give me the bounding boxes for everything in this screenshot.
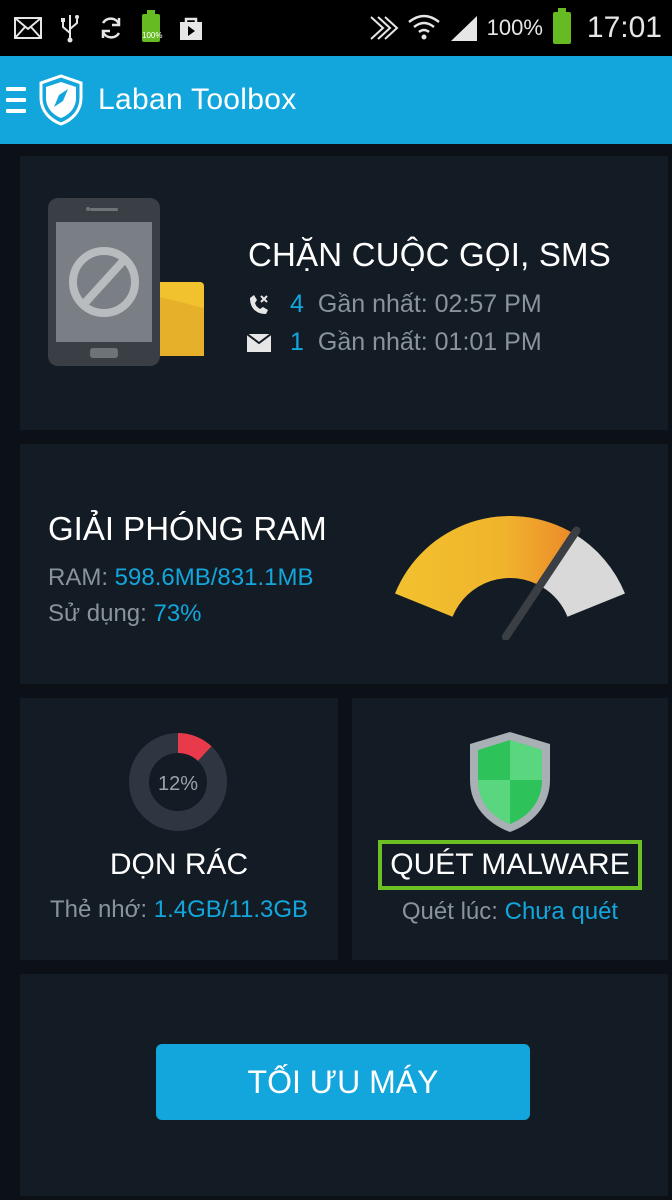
ram-value: 598.6MB/831.1MB xyxy=(114,564,314,591)
blocked-calls-count: 4 xyxy=(290,290,304,318)
gauge-used-arc xyxy=(395,516,575,617)
app-bar: Laban Toolbox xyxy=(0,56,672,144)
malware-title[interactable]: QUÉT MALWARE xyxy=(378,840,642,890)
blocked-calls-row: 4 Gần nhất: 02:57 PM xyxy=(246,290,542,319)
battery-percent: 100% xyxy=(486,15,543,40)
blocked-calls-last: Gần nhất: 02:57 PM xyxy=(317,290,542,318)
mail-icon xyxy=(14,17,42,39)
status-bar-left: 100% xyxy=(14,10,204,43)
ram-usage-line: RAM: 598.6MB/831.1MB xyxy=(48,564,313,592)
laban-shield-logo[interactable] xyxy=(38,74,84,126)
storage-value: 1.4GB/11.3GB xyxy=(153,896,309,923)
ram-gauge xyxy=(395,516,625,640)
malware-scan-line: Quét lúc: Chưa quét xyxy=(352,898,668,926)
status-bar-right: 100% 17:01 xyxy=(369,8,662,45)
menu-icon[interactable] xyxy=(6,87,26,113)
signal-icon xyxy=(449,14,479,42)
ram-percent-line: Sử dụng: 73% xyxy=(48,600,202,628)
scan-label: Quét lúc: xyxy=(401,898,505,925)
ram-label: RAM: xyxy=(48,564,115,591)
blocked-sms-row: 1 Gần nhất: 01:01 PM xyxy=(246,328,542,357)
ram-title: GIẢI PHÓNG RAM xyxy=(48,510,327,547)
junk-storage-line: Thẻ nhớ: 1.4GB/11.3GB xyxy=(20,896,338,924)
call-sms-title: CHẶN CUỘC GỌI, SMS xyxy=(248,236,611,273)
app-title: Laban Toolbox xyxy=(98,83,297,116)
call-blocked-icon xyxy=(246,292,272,318)
nfc-icon xyxy=(369,15,399,41)
battery-small-label: 100% xyxy=(142,31,163,40)
malware-scan-card[interactable]: QUÉT MALWARE Quét lúc: Chưa quét xyxy=(352,698,668,960)
sync-icon xyxy=(98,15,124,41)
call-sms-block-card[interactable]: CHẶN CUỘC GỌI, SMS 4 Gần nhất: 02:57 PM … xyxy=(20,156,668,430)
optimize-button[interactable]: TỐI ƯU MÁY xyxy=(156,1044,530,1120)
free-ram-card[interactable]: GIẢI PHÓNG RAM RAM: 598.6MB/831.1MB Sử d… xyxy=(20,444,668,684)
donut-used-arc xyxy=(177,733,212,762)
storage-label: Thẻ nhớ: xyxy=(49,896,154,923)
usage-label: Sử dụng: xyxy=(48,600,154,627)
optimize-card: TỐI ƯU MÁY xyxy=(20,974,668,1196)
shield-icon xyxy=(470,732,550,832)
junk-clean-card[interactable]: 12% DỌN RÁC Thẻ nhớ: 1.4GB/11.3GB xyxy=(20,698,338,960)
envelope-icon xyxy=(246,330,272,356)
usage-value: 73% xyxy=(153,600,202,627)
storage-donut: 12% xyxy=(129,733,227,831)
scan-value: Chưa quét xyxy=(504,898,619,925)
donut-percent: 12% xyxy=(158,773,198,795)
wifi-icon xyxy=(407,13,441,43)
status-bar: 100% 100% 17:01 xyxy=(0,0,672,56)
junk-title: DỌN RÁC xyxy=(109,848,249,881)
shopping-bag-icon xyxy=(178,15,204,41)
battery-icon xyxy=(552,8,571,44)
usb-icon xyxy=(60,13,80,43)
blocked-sms-count: 1 xyxy=(290,328,304,356)
blocked-sms-last: Gần nhất: 01:01 PM xyxy=(317,328,542,356)
blocked-phone-icon xyxy=(48,198,204,366)
clock: 17:01 xyxy=(586,11,662,44)
battery-charged-icon: 100% xyxy=(142,10,163,42)
